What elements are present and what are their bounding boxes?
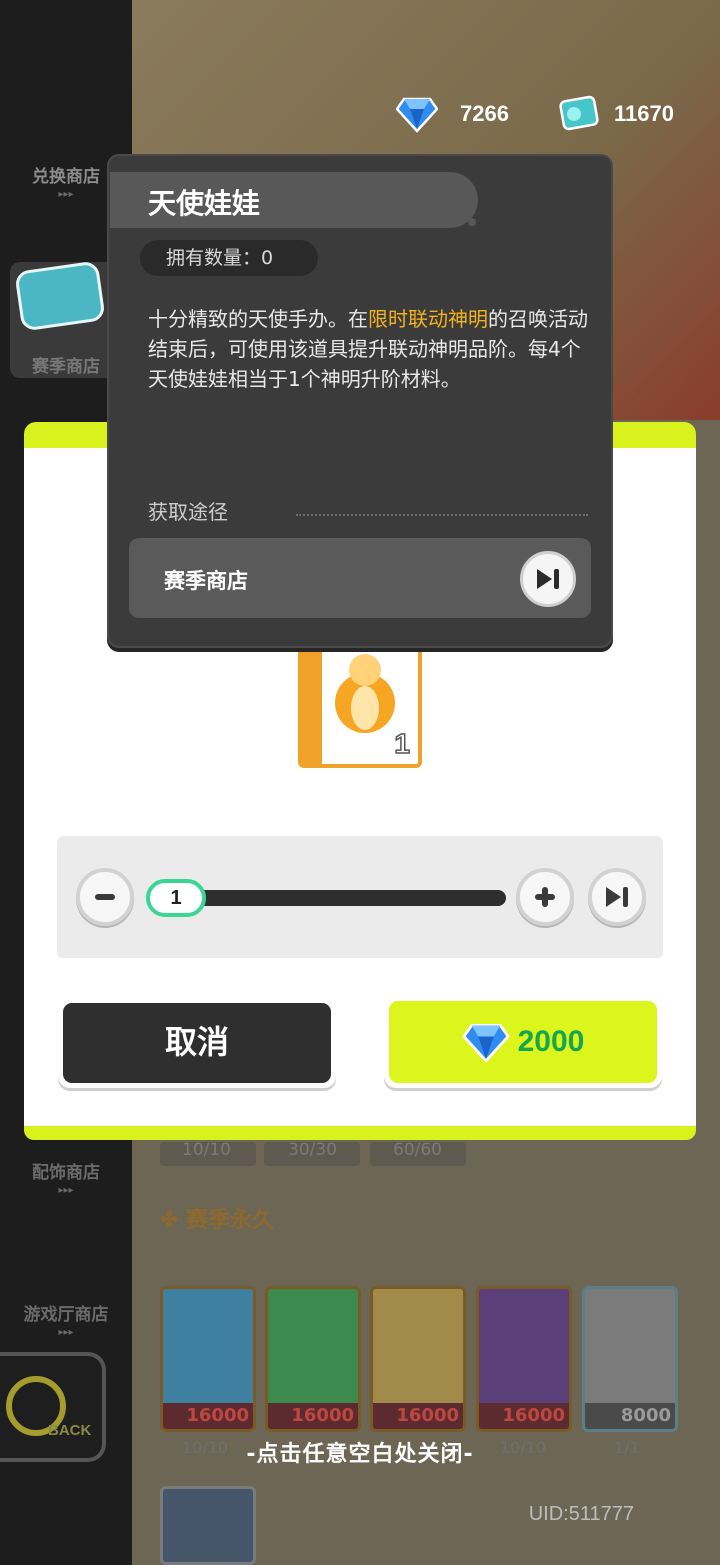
section-title-season-permanent: ✤ 赛季永久 [160, 1202, 274, 1234]
item-price: 16000 [373, 1403, 463, 1429]
item-price: 16000 [479, 1403, 569, 1429]
item-rarity-bar [302, 648, 322, 764]
skip-to-max-icon [606, 887, 628, 907]
buy-button[interactable]: 2000 [384, 996, 662, 1088]
sidebar-item-arcade-shop[interactable]: 游戏厅商店 ▸▸▸ [0, 1300, 132, 1338]
angel-doll-icon [335, 654, 395, 733]
item-description: 十分精致的天使手办。在限时联动神明的召唤活动结束后，可使用该道具提升联动神明品阶… [148, 304, 590, 394]
increase-button[interactable] [516, 868, 574, 926]
shop-item-card[interactable]: 16000 [265, 1286, 361, 1432]
item-price: 8000 [585, 1403, 675, 1429]
sidebar-item-label: 配饰商店 [32, 1163, 100, 1183]
purchase-limit: 30/30 [288, 1140, 337, 1160]
buy-price: 2000 [517, 1025, 585, 1058]
sidebar-item-label: 游戏厅商店 [23, 1305, 109, 1325]
item-count: 1 [394, 727, 411, 760]
section-title-text: 赛季永久 [186, 1208, 275, 1233]
shop-item-card[interactable]: 8000 [582, 1286, 678, 1432]
purchase-limit: 60/60 [393, 1140, 442, 1160]
shop-item-card[interactable]: 16000 [160, 1286, 256, 1432]
sidebar-item-label: 兑换商店 [32, 167, 100, 187]
shop-item-card[interactable] [160, 1486, 256, 1565]
tap-to-close-hint[interactable]: -点击任意空白处关闭- [0, 1436, 720, 1468]
item-price: 16000 [268, 1403, 358, 1429]
decrease-button[interactable] [76, 868, 134, 926]
cancel-label: 取消 [63, 1003, 331, 1083]
decorative-dot [456, 204, 466, 214]
diamond-icon [395, 95, 439, 133]
dotted-divider [296, 514, 588, 516]
sidebar-item-label: 赛季商店 [32, 357, 100, 377]
cancel-button[interactable]: 取消 [58, 998, 336, 1088]
description-text: 十分精致的天使手办。在 [148, 307, 368, 331]
buy-button-inner: 2000 [389, 1001, 657, 1083]
diamond-balance: 7266 [395, 92, 509, 136]
sidebar-item-arrows: ▸▸▸ [58, 1185, 74, 1196]
season-ticket-icon [556, 95, 599, 133]
minus-icon [95, 894, 115, 900]
quantity-slider-thumb[interactable]: 1 [146, 879, 206, 917]
decorative-dot [468, 218, 476, 226]
purchase-limit: 10/10 [182, 1140, 231, 1160]
owned-count: 拥有数量：0 [140, 240, 318, 276]
season-ticket-icon [14, 260, 106, 332]
goto-source-button[interactable] [520, 551, 576, 607]
skip-forward-icon [537, 569, 559, 589]
diamond-count: 7266 [460, 101, 509, 126]
shop-item-card[interactable]: 16000 [370, 1286, 466, 1432]
ticket-count: 11670 [614, 101, 674, 126]
sidebar-item-accessory-shop[interactable]: 配饰商店 ▸▸▸ [0, 1158, 132, 1196]
description-highlight: 限时联动神明 [368, 307, 488, 331]
source-name: 赛季商店 [164, 569, 248, 593]
ticket-balance: 11670 [556, 92, 674, 136]
shop-item-card[interactable]: 16000 [476, 1286, 572, 1432]
sidebar-item-arrows: ▸▸▸ [58, 1327, 74, 1338]
clover-icon: ✤ [160, 1208, 187, 1233]
max-quantity-button[interactable] [588, 868, 646, 926]
plus-icon [535, 887, 555, 907]
item-price: 16000 [163, 1403, 253, 1429]
user-id: UID:511777 [528, 1503, 634, 1525]
item-preview-card: 1 [298, 648, 422, 768]
diamond-icon [461, 1024, 510, 1063]
item-name: 天使娃娃 [148, 187, 261, 220]
source-heading: 获取途径 [148, 500, 228, 524]
